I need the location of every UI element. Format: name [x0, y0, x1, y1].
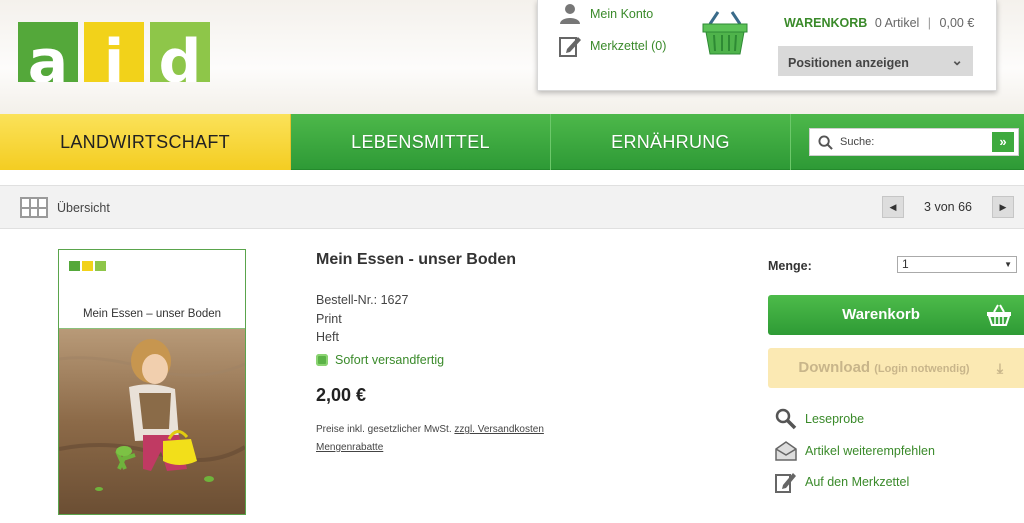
show-positions-dropdown[interactable]: Positionen anzeigen ⌄	[778, 46, 973, 76]
cover-aid-logo	[69, 261, 106, 271]
nav-item-landwirtschaft[interactable]: LANDWIRTSCHAFT	[0, 114, 291, 170]
nav-item-lebensmittel[interactable]: LEBENSMITTEL	[291, 114, 551, 170]
product-pager: ◀ 3 von 66 ▶	[882, 196, 1014, 218]
cover-header	[59, 250, 245, 280]
add-to-wishlist-label: Auf den Merkzettel	[805, 475, 910, 489]
my-account-link[interactable]: Mein Konto	[558, 2, 653, 26]
vat-note: Preise inkl. gesetzlicher MwSt.	[316, 424, 452, 435]
add-to-cart-label: Warenkorb	[842, 306, 920, 323]
cart-item-count: 0 Artikel	[874, 16, 920, 30]
cover-photo-child-gardening	[59, 329, 245, 514]
logo-block-i: i	[84, 22, 144, 82]
cart-separator: |	[927, 16, 932, 30]
header: a i d Mein Konto Merkzettel (0) WARENKOR…	[0, 0, 1024, 114]
search-input[interactable]	[840, 133, 980, 151]
logo-letter-i: i	[103, 27, 125, 82]
logo-letter-a: a	[27, 27, 69, 82]
quantity-discount-link[interactable]: Mengenrabatte	[316, 442, 383, 453]
logo-letter-d: d	[158, 27, 202, 82]
overview-bar: Übersicht ◀ 3 von 66 ▶	[0, 185, 1024, 229]
add-to-cart-button[interactable]: Warenkorb	[768, 295, 1024, 335]
basket-icon	[987, 304, 1011, 326]
download-button[interactable]: Download (Login notwendig) ⤓	[768, 348, 1024, 388]
my-account-label: Mein Konto	[590, 7, 654, 21]
main-nav: LANDWIRTSCHAFT LEBENSMITTEL ERNÄHRUNG »	[0, 114, 1024, 170]
recommend-article-link[interactable]: Artikel weiterempfehlen	[775, 440, 935, 462]
availability-status: Sofort versandfertig	[316, 353, 444, 367]
cart-summary[interactable]: WARENKORB 0 Artikel | 0,00 €	[784, 16, 974, 30]
product-price: 2,00 €	[316, 385, 367, 405]
wishlist-label: Merkzettel (0)	[590, 39, 667, 53]
dropdown-arrow-icon: ▼	[1004, 260, 1012, 269]
price-note: Preise inkl. gesetzlicher MwSt. zzgl. Ve…	[316, 424, 544, 435]
chevron-down-icon: ⌄	[951, 52, 963, 68]
product-cover-image[interactable]: Mein Essen – unser Boden	[58, 249, 246, 515]
product-binding: Heft	[316, 330, 339, 344]
cart-total: 0,00 €	[939, 16, 975, 30]
quantity-value: 1	[902, 257, 909, 271]
shipping-costs-link[interactable]: zzgl. Versandkosten	[454, 424, 544, 435]
logo-block-d: d	[150, 22, 210, 82]
account-panel: Mein Konto Merkzettel (0) WARENKORB 0 Ar…	[537, 0, 997, 91]
download-login-note: (Login notwendig)	[874, 363, 970, 375]
quantity-label: Menge:	[768, 259, 812, 273]
notepad-pencil-icon	[559, 37, 581, 57]
wishlist-link[interactable]: Merkzettel (0)	[558, 34, 666, 58]
nav-item-ernaehrung[interactable]: ERNÄHRUNG	[551, 114, 791, 170]
availability-indicator-icon	[316, 354, 328, 366]
read-sample-link[interactable]: Leseprobe	[775, 408, 864, 430]
product-format: Print	[316, 312, 342, 326]
next-arrow-icon[interactable]: ▶	[992, 196, 1014, 218]
overview-link[interactable]: Übersicht	[20, 197, 110, 218]
notepad-pencil-icon	[775, 473, 796, 493]
aid-logo[interactable]: a i d	[18, 22, 210, 82]
cover-title: Mein Essen – unser Boden	[82, 308, 222, 320]
search-box: »	[809, 128, 1019, 156]
grid-icon	[20, 197, 48, 218]
magnifier-icon	[775, 408, 797, 430]
order-number: Bestell-Nr.: 1627	[316, 293, 409, 307]
read-sample-label: Leseprobe	[805, 412, 865, 426]
quantity-select[interactable]: 1 ▼	[897, 256, 1017, 273]
product-title: Mein Essen - unser Boden	[316, 251, 517, 268]
shopping-basket-icon[interactable]	[700, 10, 750, 58]
show-positions-label: Positionen anzeigen	[788, 56, 909, 70]
search-submit-button[interactable]: »	[992, 132, 1014, 152]
prev-arrow-icon[interactable]: ◀	[882, 196, 904, 218]
recommend-article-label: Artikel weiterempfehlen	[805, 444, 935, 458]
cart-label: WARENKORB	[784, 16, 868, 30]
pager-position: 3 von 66	[924, 200, 972, 214]
logo-block-a: a	[18, 22, 78, 82]
overview-label: Übersicht	[57, 200, 110, 215]
envelope-icon	[775, 441, 797, 461]
availability-label: Sofort versandfertig	[335, 353, 445, 367]
download-label: Download	[798, 359, 871, 376]
user-icon	[560, 4, 580, 24]
add-to-wishlist-link[interactable]: Auf den Merkzettel	[775, 471, 909, 493]
search-icon	[818, 135, 833, 150]
